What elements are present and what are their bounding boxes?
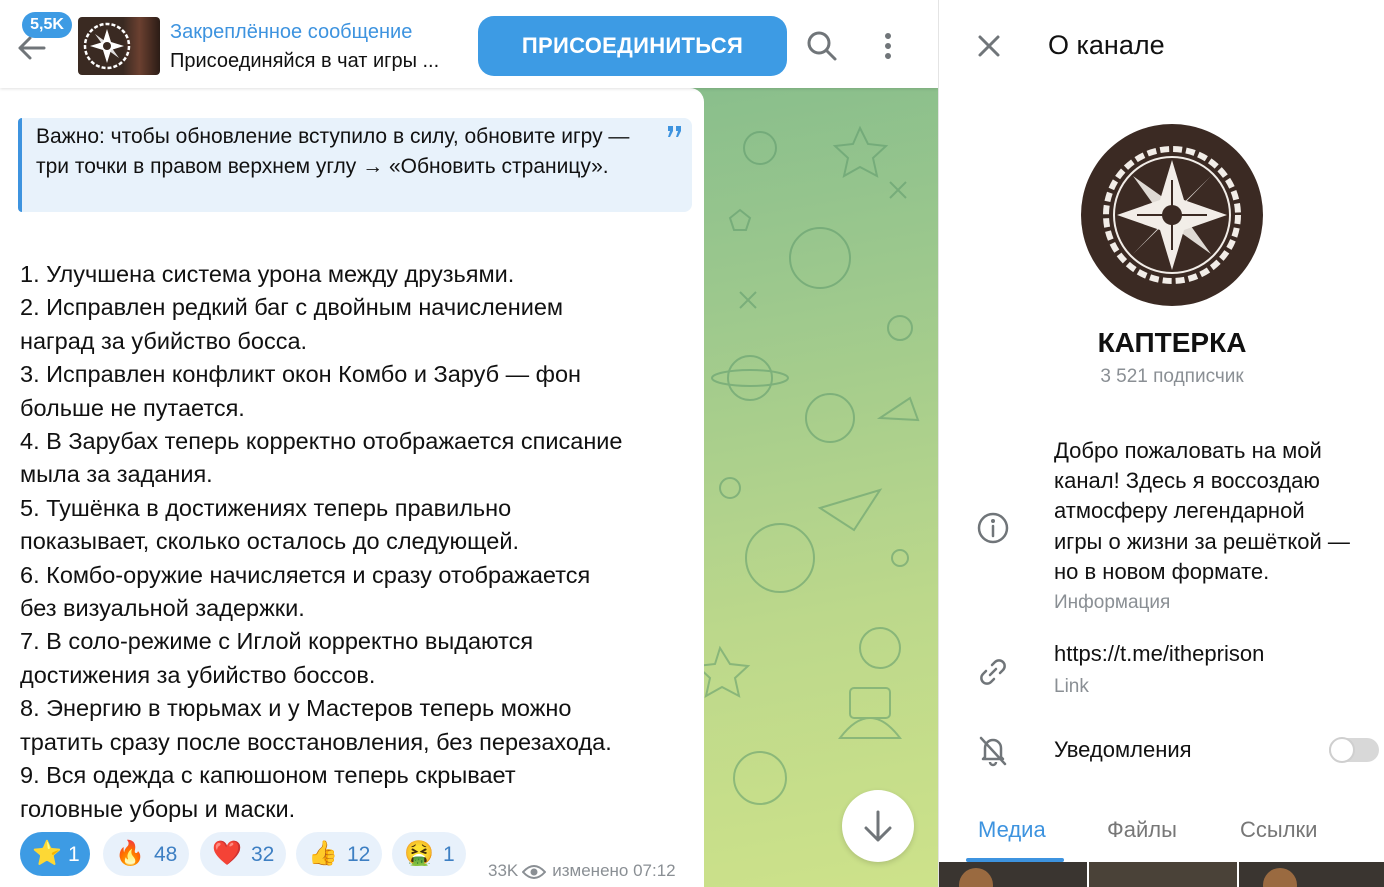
media-thumbnail[interactable] xyxy=(1239,862,1384,887)
message-line: 8. Энергию в тюрьмах и у Мастеров теперь… xyxy=(20,695,572,722)
vomit-reaction[interactable]: 🤮 1 xyxy=(392,832,466,876)
channel-description: Добро пожаловать на мой канал! Здесь я в… xyxy=(1054,436,1384,587)
heart-reaction[interactable]: ❤️ 32 xyxy=(200,832,286,876)
more-vertical-icon xyxy=(885,33,891,59)
reaction-count: 12 xyxy=(347,843,371,866)
description-line: атмосферу легендарной xyxy=(1054,498,1305,524)
message-line: мыла за задания. xyxy=(20,461,213,488)
edited-time: изменено 07:12 xyxy=(552,861,676,880)
bell-off-icon xyxy=(979,736,1007,767)
channel-info-panel: О канале КАПТЕРКА 3 521 подписчик Добро … xyxy=(938,0,1384,887)
message-quote: Важно: чтобы обновление вступило в силу,… xyxy=(18,118,692,212)
panel-title: О канале xyxy=(1048,30,1165,60)
search-button[interactable] xyxy=(804,28,840,64)
chat-area: 5,5K Закреплённое сообщение Присоединяйс… xyxy=(0,0,938,887)
arrow-down-icon xyxy=(864,810,892,842)
message-line: 6. Комбо-оружие начисляется и сразу отоб… xyxy=(20,561,591,588)
message-line: без визуальной задержки. xyxy=(20,595,305,622)
reaction-count: 1 xyxy=(68,843,80,866)
message-line: больше не путается. xyxy=(20,394,245,421)
unread-badge: 5,5K xyxy=(22,12,72,38)
info-icon xyxy=(977,512,1009,544)
star-reaction[interactable]: ⭐ 1 xyxy=(20,832,90,876)
close-icon xyxy=(978,35,1000,57)
message-bubble: Важно: чтобы обновление вступило в силу,… xyxy=(0,88,704,887)
message-line: тратить сразу после восстановления, без … xyxy=(20,728,612,755)
message-body: 1. Улучшена система урона между друзьями… xyxy=(20,258,692,826)
quote-icon xyxy=(668,126,681,137)
pinned-message-preview[interactable]: Присоединяйся в чат игры ... xyxy=(170,50,439,73)
notifications-label: Уведомления xyxy=(1054,737,1192,762)
link-icon xyxy=(980,659,1006,685)
heart-icon: ❤️ xyxy=(212,840,242,867)
close-button[interactable] xyxy=(971,28,1007,64)
vomit-icon: 🤮 xyxy=(404,840,434,867)
message-line: 7. В соло-режиме с Иглой корректно выдаю… xyxy=(20,628,534,655)
join-button[interactable]: ПРИСОЕДИНИТЬСЯ xyxy=(478,16,787,76)
message-line: 9. Вся одежда с капюшоном теперь скрывае… xyxy=(20,762,516,789)
message-line: 5. Тушёнка в достижениях теперь правильн… xyxy=(20,494,512,521)
channel-logo-icon xyxy=(1103,146,1241,284)
description-label: Информация xyxy=(1054,592,1171,613)
pinned-message-thumbnail[interactable] xyxy=(78,17,160,75)
reaction-count: 48 xyxy=(154,843,178,866)
eye-icon xyxy=(522,864,547,879)
pinned-message-title[interactable]: Закреплённое сообщение xyxy=(170,21,412,44)
quote-text: Важно: чтобы обновление вступило в силу,… xyxy=(36,125,630,178)
thumbs-up-reaction[interactable]: 👍 12 xyxy=(296,832,382,876)
description-line: Добро пожаловать на мой xyxy=(1054,438,1322,463)
tab-media[interactable]: Медиа xyxy=(978,817,1046,843)
tab-links[interactable]: Ссылки xyxy=(1240,817,1317,843)
channel-name: КАПТЕРКА xyxy=(1097,327,1247,358)
channel-avatar[interactable] xyxy=(1081,124,1263,306)
link-label: Link xyxy=(1054,676,1089,697)
chat-header: 5,5K Закреплённое сообщение Присоединяйс… xyxy=(0,0,938,88)
thumbs-up-icon: 👍 xyxy=(308,840,338,867)
description-line: канал! Здесь я воссоздаю xyxy=(1054,468,1320,494)
more-options-button[interactable] xyxy=(870,28,906,64)
message-line: достижения за убийство боссов. xyxy=(20,661,376,688)
description-line: но в новом формате. xyxy=(1054,558,1270,584)
subscriber-count: 3 521 подписчик xyxy=(1100,366,1244,387)
message-line: наград за убийство босса. xyxy=(20,327,308,354)
channel-link[interactable]: https://t.me/itheprison xyxy=(1054,641,1264,667)
channel-logo-icon xyxy=(83,22,131,70)
reaction-count: 1 xyxy=(443,843,455,866)
message-meta: 33K изменено 07:12 xyxy=(488,861,676,881)
fire-icon: 🔥 xyxy=(115,840,145,867)
media-thumbnail[interactable] xyxy=(1089,862,1237,887)
view-count: 33K xyxy=(488,861,519,880)
message-line: 1. Улучшена система урона между друзьями… xyxy=(20,261,515,287)
media-grid xyxy=(939,862,1384,887)
star-icon: ⭐ xyxy=(32,840,62,867)
message-line: 4. В Зарубах теперь корректно отображает… xyxy=(20,428,623,455)
message-line: 2. Исправлен редкий баг с двойным начисл… xyxy=(20,294,564,321)
media-tabs: Медиа Файлы Ссылки xyxy=(939,800,1384,862)
toggle-knob xyxy=(1329,737,1355,763)
reaction-count: 32 xyxy=(251,843,275,866)
notifications-toggle[interactable] xyxy=(1329,737,1379,763)
message-line: показывает, сколько осталось до следующе… xyxy=(20,528,519,555)
message-line: 3. Исправлен конфликт окон Комбо и Заруб… xyxy=(20,361,581,388)
scroll-down-button[interactable] xyxy=(842,790,914,862)
media-thumbnail[interactable] xyxy=(939,862,1087,887)
message-line: головные уборы и маски. xyxy=(20,795,296,822)
fire-reaction[interactable]: 🔥 48 xyxy=(103,832,189,876)
search-icon xyxy=(807,31,837,61)
tab-files[interactable]: Файлы xyxy=(1107,817,1177,843)
description-line: игры о жизни за решёткой — xyxy=(1054,528,1350,554)
